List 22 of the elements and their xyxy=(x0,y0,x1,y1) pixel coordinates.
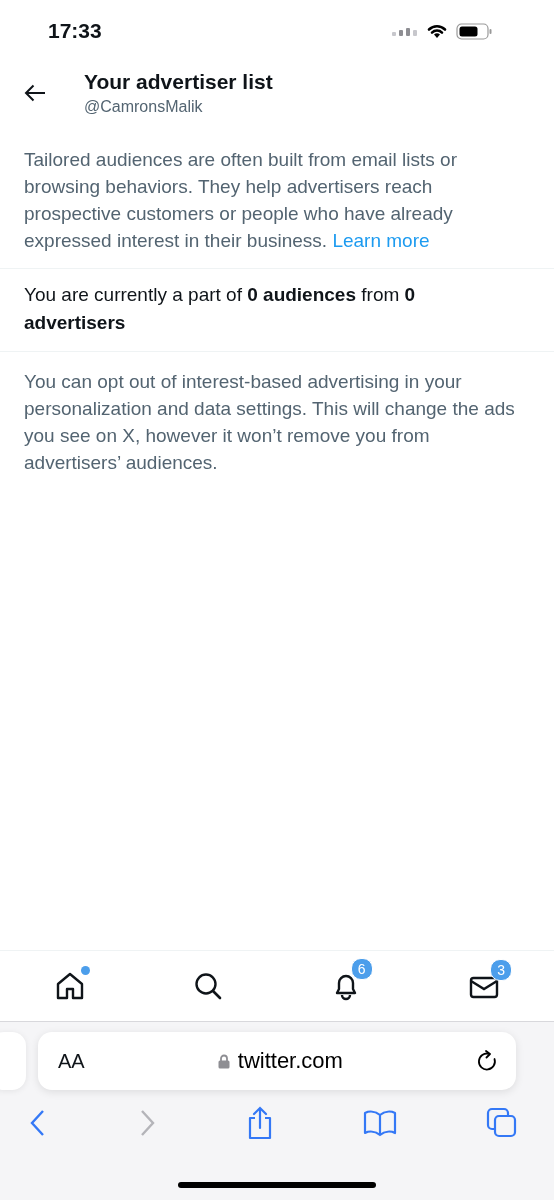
notifications-tab[interactable]: 6 xyxy=(318,958,373,1014)
learn-more-link[interactable]: Learn more xyxy=(332,230,430,251)
page-title: Your advertiser list xyxy=(84,70,273,94)
address-bar[interactable]: AA twitter.com xyxy=(38,1032,516,1090)
count-badge: 6 xyxy=(350,958,373,980)
signal-icon xyxy=(392,26,418,36)
messages-tab[interactable]: 3 xyxy=(456,959,513,1013)
battery-icon xyxy=(456,22,492,40)
wifi-icon xyxy=(426,23,448,39)
lock-icon xyxy=(217,1053,230,1069)
back-arrow-icon xyxy=(24,84,46,102)
reload-icon[interactable] xyxy=(476,1050,498,1072)
text-size-button[interactable]: AA xyxy=(58,1049,85,1073)
audience-summary: You are currently a part of 0 audiences from 0 advertisers xyxy=(23,283,417,335)
search-icon xyxy=(193,971,224,1001)
count-badge: 3 xyxy=(490,959,513,981)
intro-paragraph: Tailored audiences are often built from email lists or browsing behaviors. They help advertisers reach prospective customers or people who have already expressed interest in their business. Learn more xyxy=(23,148,458,253)
url-text: twitter.com xyxy=(237,1048,343,1074)
account-handle: @CamronsMalik xyxy=(84,98,204,116)
status-time: 17:33 xyxy=(48,19,102,43)
opt-out-note: You can opt out of interest-based advertising in your personalization and data settings. This will change the ads you see on X, however it won’t remove you from advertisers’ audiences. xyxy=(23,370,516,475)
new-posts-dot xyxy=(80,966,90,975)
